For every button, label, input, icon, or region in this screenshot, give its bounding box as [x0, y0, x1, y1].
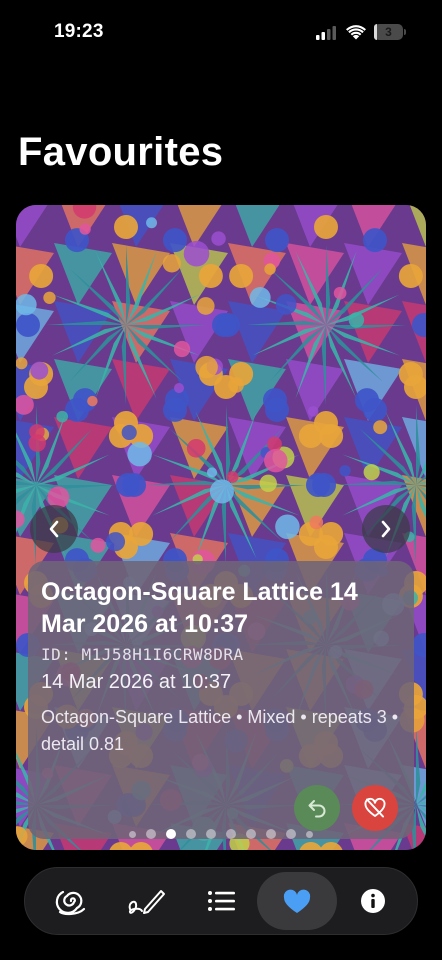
restore-icon	[308, 800, 326, 818]
page-dot[interactable]	[206, 829, 216, 839]
heart-slash-icon	[364, 797, 386, 818]
tab-bar	[24, 867, 418, 935]
tab-list[interactable]	[182, 872, 262, 930]
page-indicator[interactable]	[16, 829, 426, 839]
tab-info[interactable]	[333, 872, 413, 930]
restore-button[interactable]	[294, 785, 340, 831]
wifi-icon	[346, 25, 366, 40]
status-time: 19:23	[54, 21, 104, 42]
status-bar: 19:23 3	[0, 0, 442, 64]
artwork-card[interactable]: Octagon-Square Lattice 14 Mar 2026 at 10…	[16, 205, 426, 850]
page-dot[interactable]	[146, 829, 156, 839]
list-icon	[208, 891, 235, 911]
tab-favourites[interactable]	[257, 872, 337, 930]
page-title: Favourites	[18, 130, 224, 174]
pattern-title: Octagon-Square Lattice 14 Mar 2026 at 10…	[41, 578, 358, 638]
page-dot[interactable]	[246, 829, 256, 839]
heart-icon	[283, 889, 311, 913]
pattern-description: Octagon-Square Lattice • Mixed • repeats…	[41, 707, 399, 754]
signal-icon	[316, 26, 336, 40]
chevron-left-icon	[49, 520, 59, 538]
pattern-date: 14 Mar 2026 at 10:37	[41, 671, 232, 693]
tab-shell[interactable]	[31, 872, 111, 930]
chevron-right-icon	[381, 520, 391, 538]
tab-draw[interactable]	[106, 872, 186, 930]
info-icon	[361, 889, 385, 913]
page-dot[interactable]	[129, 830, 136, 838]
pattern-info-panel: Octagon-Square Lattice 14 Mar 2026 at 10…	[28, 561, 414, 839]
previous-button[interactable]	[30, 505, 78, 553]
shell-icon	[55, 890, 86, 916]
pattern-id: ID: M1J58H1I6CRW8DRA	[41, 645, 244, 664]
page-dot[interactable]	[266, 829, 276, 839]
page-dot[interactable]	[186, 829, 196, 839]
battery-icon: 3	[374, 24, 406, 40]
battery-level: 3	[385, 25, 392, 39]
unfavourite-button[interactable]	[352, 785, 398, 831]
next-button[interactable]	[362, 505, 410, 553]
page-dot[interactable]	[286, 829, 296, 839]
pen-icon	[128, 890, 165, 914]
page-dot[interactable]	[306, 830, 313, 838]
page-dot[interactable]	[166, 829, 176, 839]
page-dot[interactable]	[226, 829, 236, 839]
